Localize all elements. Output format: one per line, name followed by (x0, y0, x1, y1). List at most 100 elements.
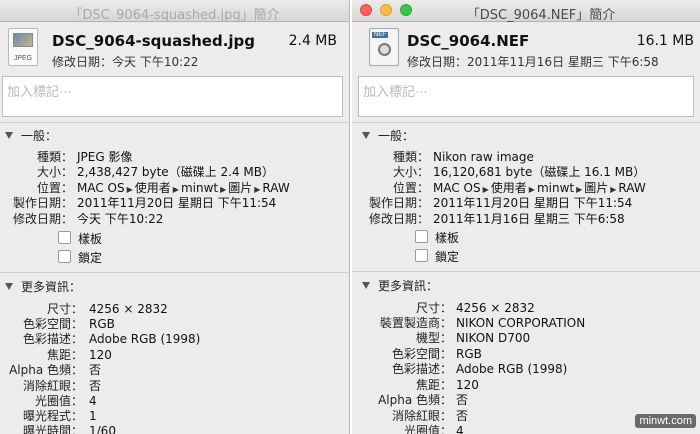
file-icon-label: JPEG (13, 55, 33, 62)
general-row-size: 大小： 2,438,427 byte（磁碟上 2.4 MB） (0, 165, 349, 180)
row-label: 種類： (36, 150, 73, 164)
row-label: 焦距： (46, 348, 83, 362)
divider (0, 122, 349, 123)
general-row-location: 位置： MAC OS ▶ 使用者 ▶ minwt ▶ 圖片 ▶ RAW (352, 181, 700, 196)
general-header: 一般： (378, 129, 415, 143)
checkbox[interactable] (58, 250, 71, 263)
modified-date: 修改日期：2011年11月16日 星期三 下午6:58 (407, 55, 659, 69)
title-bar[interactable]: 「DSC_9064.NEF」簡介 (352, 0, 700, 23)
row-value: 2011年11月20日 星期日 下午11:54 (77, 196, 277, 210)
path-segment: RAW (618, 181, 646, 195)
row-label: 修改日期： (12, 212, 73, 226)
path-segment: 使用者 (134, 181, 171, 195)
path-segment: 圖片 (584, 181, 609, 195)
checkbox-label: 樣板 (435, 231, 460, 245)
divider (352, 271, 700, 272)
more-row: 光圈值： 4 (0, 394, 349, 409)
path-arrow-icon: ▶ (482, 185, 489, 194)
modified-date: 修改日期：今天 下午10:22 (52, 55, 199, 69)
row-value: Nikon raw image (433, 150, 534, 164)
tags-placeholder: 加入標記⋯ (7, 85, 73, 100)
row-value: 120 (456, 378, 479, 392)
more-row: 尺寸： 4256 × 2832 (352, 301, 700, 316)
location-path[interactable]: MAC OS ▶ 使用者 ▶ minwt ▶ 圖片 ▶ RAW (77, 181, 290, 197)
row-label: 製作日期： (368, 196, 429, 210)
general-row-modified: 修改日期： 2011年11月16日 星期三 下午6:58 (352, 212, 700, 227)
info-window-jpg: 「DSC_9064-squashed.jpg」簡介 JPEG DSC_9064-… (0, 0, 350, 434)
nef-raw-file-icon: NEF (369, 28, 399, 66)
row-label: 色彩空間： (391, 347, 452, 361)
more-row: Alpha 色頻： 否 (0, 363, 349, 378)
row-label: 曝光程式： (22, 409, 83, 423)
general-row-kind: 種類： Nikon raw image (352, 150, 700, 165)
checkbox-label: 鎖定 (435, 250, 460, 264)
file-name: DSC_9064-squashed.jpg (52, 32, 256, 50)
path-arrow-icon: ▶ (220, 185, 227, 194)
location-path[interactable]: MAC OS ▶ 使用者 ▶ minwt ▶ 圖片 ▶ RAW (433, 181, 646, 197)
path-arrow-icon: ▶ (528, 185, 535, 194)
jpeg-file-icon: JPEG (8, 28, 38, 66)
checkbox[interactable] (415, 249, 428, 262)
row-label: 消除紅眼： (22, 379, 83, 393)
tags-field[interactable]: 加入標記⋯ (358, 76, 694, 117)
row-label: 大小： (36, 165, 73, 179)
row-label: 機型： (415, 331, 452, 345)
path-segment: MAC OS (433, 181, 481, 195)
more-row: 色彩描述： Adobe RGB (1998) (0, 332, 349, 347)
general-row-modified: 修改日期： 今天 下午10:22 (0, 212, 349, 227)
path-arrow-icon: ▶ (126, 185, 133, 194)
title-bar[interactable]: 「DSC_9064-squashed.jpg」簡介 (0, 0, 349, 23)
row-value: 16,120,681 byte（磁碟上 16.1 MB） (433, 165, 646, 179)
row-label: 焦距： (415, 378, 452, 392)
row-value: 4 (89, 394, 97, 408)
row-value: 4256 × 2832 (89, 302, 168, 316)
row-label: Alpha 色頻： (9, 363, 83, 377)
checkbox[interactable] (415, 230, 428, 243)
row-label: 尺寸： (415, 301, 452, 315)
general-section-toggle[interactable]: 一般： (5, 127, 57, 145)
disclosure-triangle-icon (362, 282, 370, 289)
row-label: 尺寸： (46, 302, 83, 316)
row-label: 位置： (36, 181, 73, 195)
path-segment: minwt (180, 181, 219, 195)
more-row: 曝光程式： 1 (0, 409, 349, 424)
row-label: 色彩描述： (391, 362, 452, 376)
row-value: 2011年11月16日 星期三 下午6:58 (433, 212, 625, 226)
file-size: 2.4 MB (288, 33, 337, 49)
checkbox[interactable] (58, 231, 71, 244)
row-label: 光圈值： (403, 424, 452, 434)
row-value: NIKON D700 (456, 331, 531, 345)
path-arrow-icon: ▶ (576, 185, 583, 194)
row-label: 曝光時間： (22, 424, 83, 434)
row-value: 今天 下午10:22 (77, 212, 164, 226)
row-value: 1 (89, 409, 97, 423)
more-info-section-toggle[interactable]: 更多資訊： (5, 278, 81, 296)
row-value: 1/60 (89, 424, 116, 434)
row-label: 裝置製造商： (379, 316, 452, 330)
row-label: 色彩描述： (22, 332, 83, 346)
divider (352, 122, 700, 123)
divider (0, 272, 349, 273)
path-segment: 圖片 (228, 181, 253, 195)
general-section-toggle[interactable]: 一般： (362, 127, 414, 145)
more-row: 裝置製造商： NIKON CORPORATION (352, 316, 700, 331)
row-label: 色彩空間： (22, 317, 83, 331)
row-value: 否 (456, 409, 469, 423)
row-label: 大小： (392, 165, 429, 179)
row-label: 光圈值： (34, 394, 83, 408)
window-title: 「DSC_9064.NEF」簡介 (466, 8, 616, 23)
path-segment: minwt (536, 181, 575, 195)
row-value: 否 (456, 393, 469, 407)
general-row-location: 位置： MAC OS ▶ 使用者 ▶ minwt ▶ 圖片 ▶ RAW (0, 181, 349, 197)
row-value: 4256 × 2832 (456, 301, 535, 315)
tags-placeholder: 加入標記⋯ (363, 85, 429, 100)
more-row: 色彩空間： RGB (352, 347, 700, 362)
more-row: 機型： NIKON D700 (352, 331, 700, 346)
path-arrow-icon: ▶ (254, 185, 261, 194)
more-info-section-toggle[interactable]: 更多資訊： (362, 277, 438, 295)
more-row: 色彩空間： RGB (0, 317, 349, 332)
tags-field[interactable]: 加入標記⋯ (2, 76, 343, 117)
row-value: 120 (89, 348, 112, 362)
camera-lens-icon (378, 43, 391, 56)
general-row-size: 大小： 16,120,681 byte（磁碟上 16.1 MB） (352, 165, 700, 180)
